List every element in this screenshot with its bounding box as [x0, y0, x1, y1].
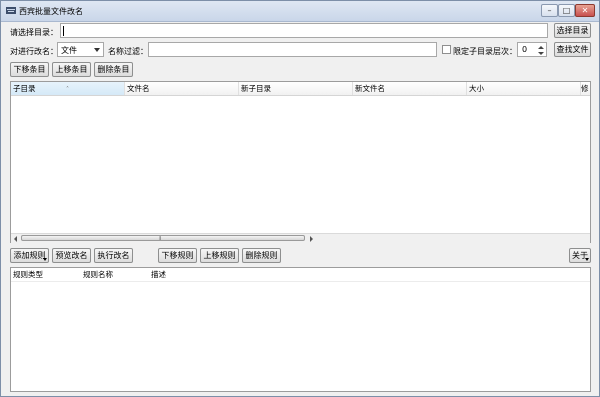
file-list-table[interactable]: 子目录 ˄ 文件名 新子目录 新文件名 大小 修 ⦀: [10, 81, 591, 243]
window-title: 西宾批量文件改名: [19, 7, 83, 16]
name-filter-label: 名称过滤：: [108, 47, 148, 56]
name-filter-input[interactable]: [148, 42, 437, 57]
move-rule-up-button[interactable]: 上移规则: [200, 248, 239, 263]
chevron-down-icon: [94, 48, 100, 52]
minimize-button[interactable]: –: [541, 4, 558, 17]
column-new-filename[interactable]: 新文件名: [353, 82, 467, 95]
find-files-button[interactable]: 查找文件: [554, 42, 591, 57]
column-new-subdir[interactable]: 新子目录: [239, 82, 353, 95]
maximize-button[interactable]: □: [558, 4, 575, 17]
close-button[interactable]: ✕: [575, 4, 595, 17]
column-filename[interactable]: 文件名: [125, 82, 239, 95]
rule-table-header: 规则类型 规则名称 描述: [11, 268, 590, 282]
rule-list-table[interactable]: 规则类型 规则名称 描述: [10, 267, 591, 392]
limit-depth-label: 限定子目录层次：: [453, 47, 517, 56]
horizontal-scrollbar[interactable]: ⦀: [11, 233, 590, 243]
grip-icon: ⦀: [159, 236, 162, 242]
app-icon: [6, 7, 16, 14]
sort-indicator-icon: ˄: [66, 86, 69, 93]
column-rule-name[interactable]: 规则名称: [81, 268, 149, 281]
preview-rename-button[interactable]: 预览改名: [52, 248, 91, 263]
scrollbar-thumb[interactable]: ⦀: [21, 235, 305, 242]
title-bar: 西宾批量文件改名 – □ ✕: [1, 1, 599, 22]
directory-input[interactable]: [60, 23, 548, 38]
move-item-down-button[interactable]: 下移条目: [10, 62, 49, 77]
file-table-header: 子目录 ˄ 文件名 新子目录 新文件名 大小 修: [11, 82, 590, 96]
scroll-left-icon[interactable]: [14, 236, 17, 242]
column-rule-type[interactable]: 规则类型: [11, 268, 81, 281]
move-rule-down-button[interactable]: 下移规则: [158, 248, 197, 263]
execute-rename-button[interactable]: 执行改名: [94, 248, 133, 263]
text-cursor: [63, 26, 64, 36]
choose-directory-button[interactable]: 选择目录: [554, 23, 591, 38]
directory-label: 请选择目录：: [10, 28, 58, 37]
dropdown-arrow-icon: [43, 258, 47, 261]
about-button[interactable]: 关于: [569, 248, 591, 263]
spin-up-icon[interactable]: [538, 46, 544, 49]
column-description[interactable]: 描述: [149, 268, 349, 281]
column-size[interactable]: 大小: [467, 82, 581, 95]
limit-depth-checkbox[interactable]: [442, 45, 451, 54]
move-item-up-button[interactable]: 上移条目: [52, 62, 91, 77]
dropdown-arrow-icon: [585, 258, 589, 261]
app-window: 西宾批量文件改名 – □ ✕ 请选择目录： 选择目录 对进行改名： 文件 名称过…: [0, 0, 600, 397]
scroll-right-icon[interactable]: [310, 236, 313, 242]
depth-spinbox[interactable]: 0: [517, 42, 547, 57]
depth-value: 0: [522, 45, 528, 54]
rename-target-select[interactable]: 文件: [57, 42, 104, 57]
rename-target-value: 文件: [61, 46, 77, 55]
column-subdir[interactable]: 子目录 ˄: [11, 82, 125, 95]
delete-rule-button[interactable]: 删除规则: [242, 248, 281, 263]
spin-down-icon[interactable]: [538, 52, 544, 55]
delete-item-button[interactable]: 删除条目: [94, 62, 133, 77]
column-modified-partial[interactable]: 修: [581, 82, 592, 95]
add-rule-button[interactable]: 添加规则: [10, 248, 49, 263]
rename-target-label: 对进行改名：: [10, 47, 58, 56]
